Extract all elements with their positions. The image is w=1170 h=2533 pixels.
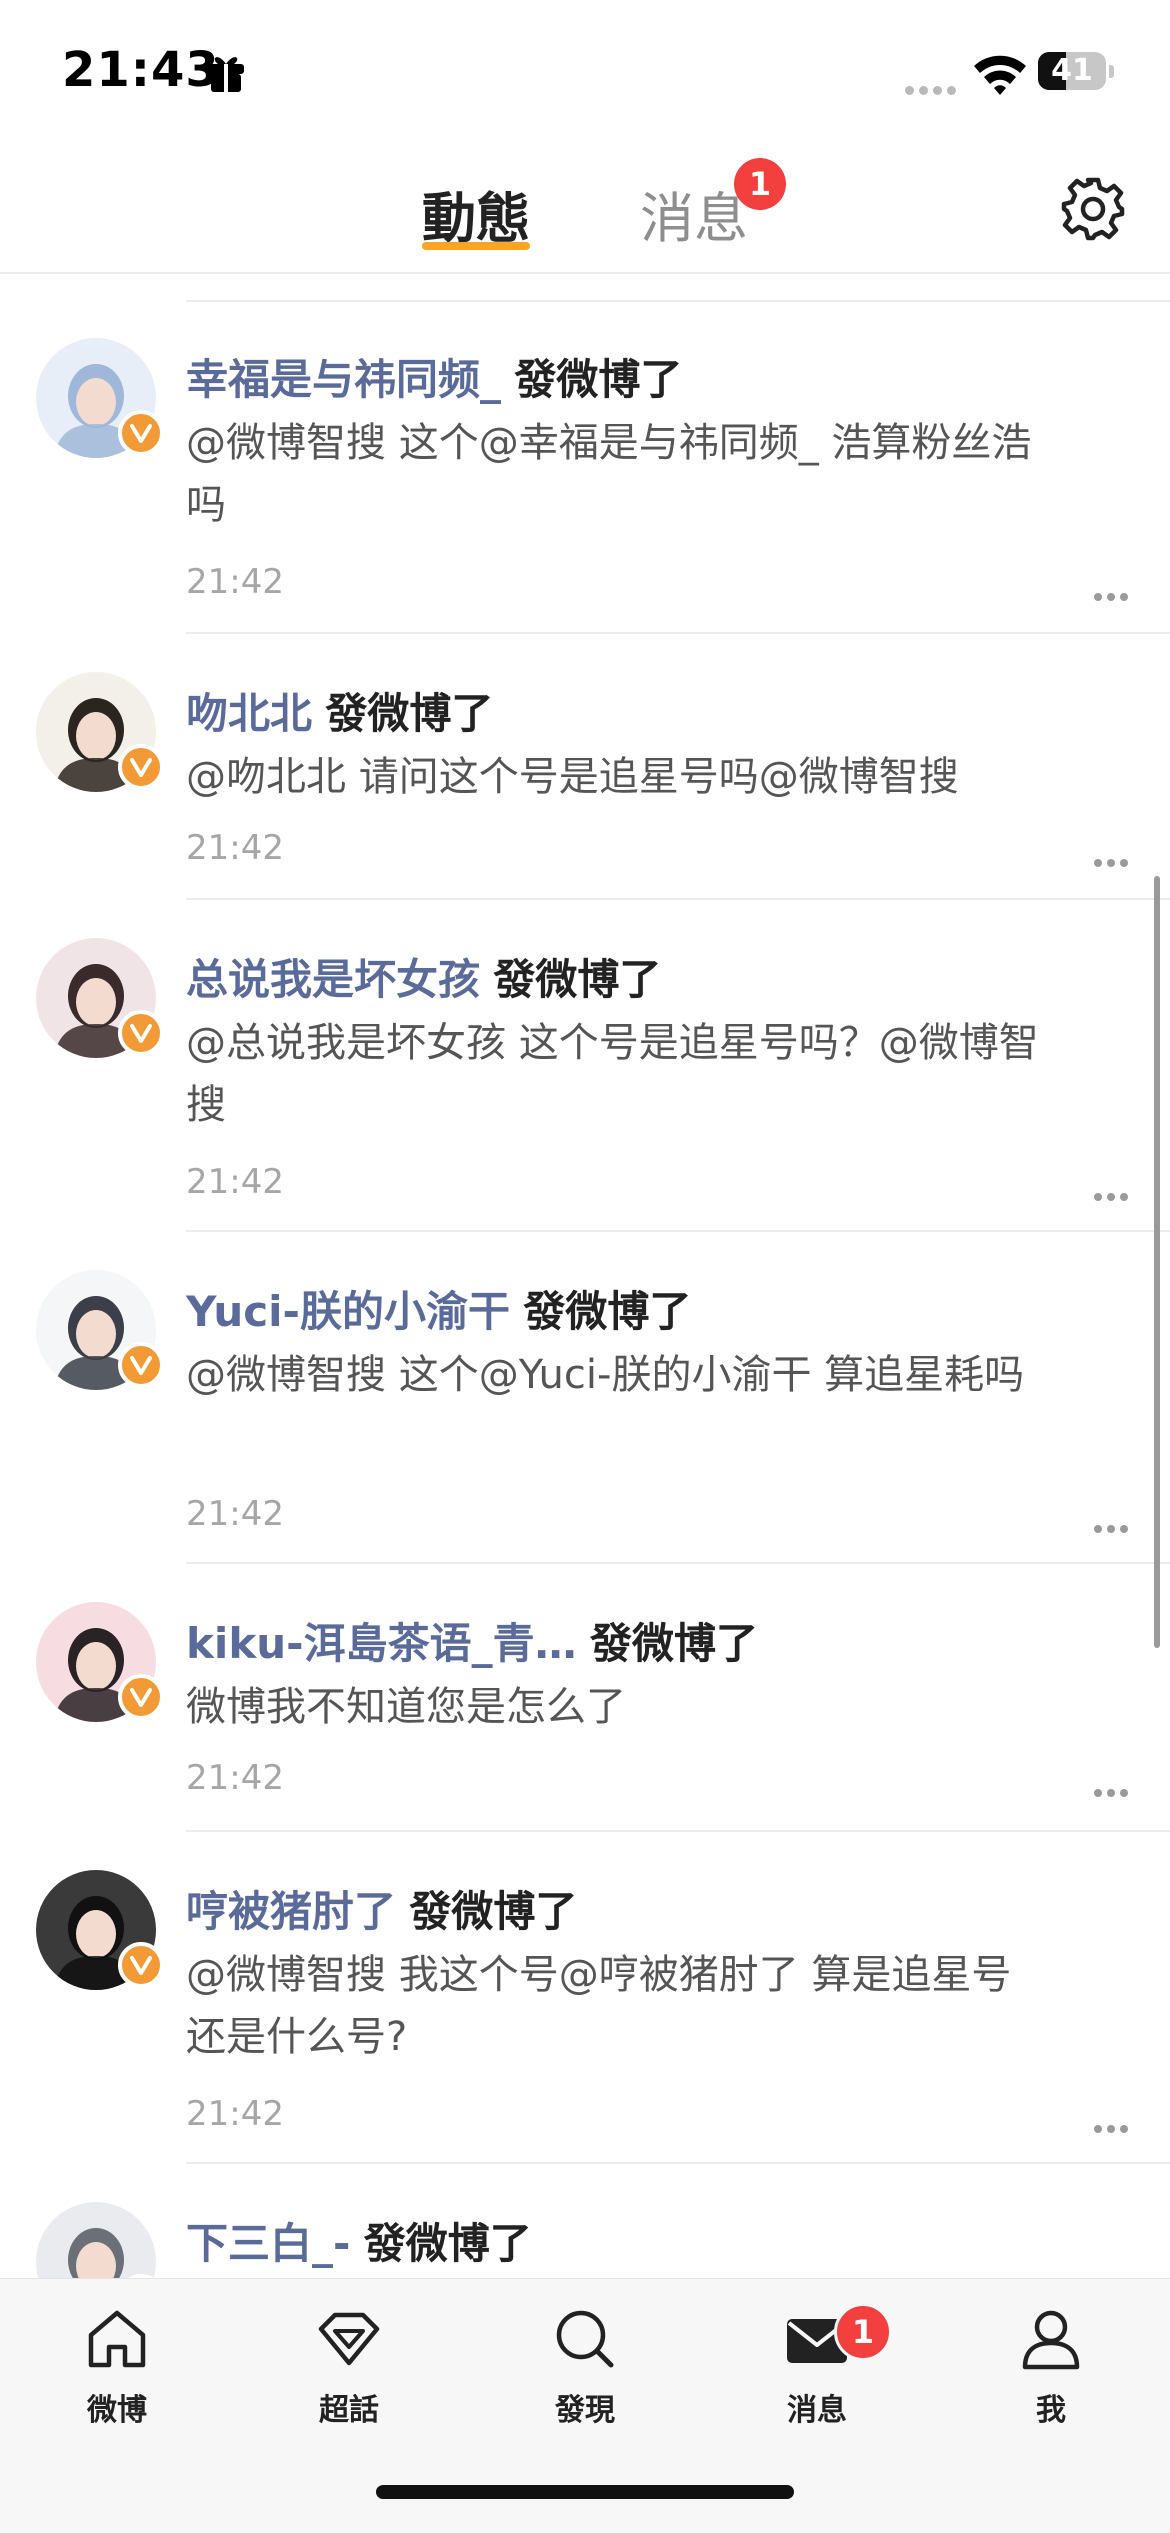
wifi-icon (974, 55, 1026, 95)
post-content[interactable]: @微博智搜 这个@幸福是与祎同频_ 浩算粉丝浩吗 (186, 412, 1046, 536)
nav-super-topic[interactable]: 超話 (274, 2303, 424, 2429)
verified-badge-icon (118, 744, 164, 790)
feed-item[interactable]: 下三白_- 發微博了 (0, 2164, 1170, 2278)
post-content[interactable]: @总说我是坏女孩 这个号是追星号吗？@微博智搜 (186, 1012, 1046, 1136)
username-link[interactable]: 吻北北 (186, 689, 312, 738)
timestamp: 21:42 (186, 1758, 284, 1798)
verified-badge-icon (118, 410, 164, 456)
feed-item[interactable]: 总说我是坏女孩 發微博了 @总说我是坏女孩 这个号是追星号吗？@微博智搜 21:42 (0, 900, 1170, 1232)
username-link[interactable]: 总说我是坏女孩 (186, 955, 480, 1004)
timestamp: 21:42 (186, 828, 284, 868)
feed-item-title: Yuci-朕的小渝干 發微博了 (186, 1278, 691, 1339)
home-indicator[interactable] (376, 2485, 794, 2499)
feed-item[interactable]: 吻北北 發微博了 @吻北北 请问这个号是追星号吗@微博智搜 21:42 (0, 634, 1170, 900)
nav-weibo-label: 微博 (87, 2393, 147, 2428)
nav-super-topic-label: 超話 (319, 2393, 379, 2428)
timestamp: 21:42 (186, 1494, 284, 1534)
action-text: 發微博了 (523, 1287, 692, 1336)
feed-item-title: 哼被猪肘了 發微博了 (186, 1878, 577, 1939)
more-options-icon[interactable] (1094, 1186, 1134, 1201)
username-link[interactable]: 下三白_- (186, 2219, 350, 2268)
nav-messages-label: 消息 (787, 2393, 847, 2428)
scrollbar[interactable] (1154, 876, 1160, 1648)
tab-messages[interactable]: 消息 (640, 174, 748, 253)
settings-gear-icon[interactable] (1060, 176, 1126, 242)
top-header: 動態 消息 1 (0, 140, 1170, 274)
feed-item-title: 下三白_- 發微博了 (186, 2210, 532, 2271)
post-content[interactable]: @吻北北 请问这个号是追星号吗@微博智搜 (186, 746, 1046, 808)
action-text: 發微博了 (409, 1887, 578, 1936)
timestamp: 21:42 (186, 2094, 284, 2134)
nav-me[interactable]: 我 (976, 2303, 1126, 2429)
nav-me-label: 我 (1036, 2393, 1066, 2428)
status-time: 21:43 (62, 42, 220, 98)
verified-badge-icon (118, 1342, 164, 1388)
nav-messages[interactable]: 消息 1 (742, 2303, 892, 2429)
post-content[interactable]: 微博我不知道您是怎么了 (186, 1676, 1046, 1738)
nav-messages-badge: 1 (834, 2303, 892, 2361)
verified-badge-icon (118, 1942, 164, 1988)
feed-item[interactable]: 哼被猪肘了 發微博了 @微博智搜 我这个号@哼被猪肘了 算是追星号还是什么号? 21… (0, 1832, 1170, 2164)
username-link[interactable]: 幸福是与祎同频_ (186, 355, 501, 404)
feed-item-title: kiku-洱島茶语_青… 發微博了 (186, 1610, 758, 1671)
more-options-icon[interactable] (1094, 1518, 1134, 1533)
more-options-icon[interactable] (1094, 852, 1134, 867)
username-link[interactable]: kiku-洱島茶语_青… (186, 1619, 577, 1668)
more-options-icon[interactable] (1094, 586, 1134, 601)
home-icon (88, 2310, 146, 2368)
tab-dynamics[interactable]: 動態 (422, 174, 530, 253)
tab-messages-label: 消息 (640, 187, 748, 250)
timestamp: 21:42 (186, 562, 284, 602)
username-link[interactable]: 哼被猪肘了 (186, 1887, 396, 1936)
battery-icon: 41 (1038, 52, 1114, 92)
search-icon (556, 2310, 614, 2368)
feed-item-title: 总说我是坏女孩 發微博了 (186, 946, 661, 1007)
username-link[interactable]: Yuci-朕的小渝干 (186, 1287, 510, 1336)
more-options-icon[interactable] (1094, 1782, 1134, 1797)
action-text: 發微博了 (325, 689, 494, 738)
feed-item[interactable]: 幸福是与祎同频_ 發微博了 @微博智搜 这个@幸福是与祎同频_ 浩算粉丝浩吗 21:… (0, 300, 1170, 634)
timestamp: 21:42 (186, 1162, 284, 1202)
battery-level: 41 (1051, 53, 1093, 88)
feed-item-title: 幸福是与祎同频_ 發微博了 (186, 346, 682, 407)
feed-item[interactable]: kiku-洱島茶语_青… 發微博了 微博我不知道您是怎么了 21:42 (0, 1564, 1170, 1832)
post-content[interactable]: @微博智搜 这个@Yuci-朕的小渝干 算追星耗吗 (186, 1344, 1046, 1406)
action-text: 發微博了 (514, 355, 683, 404)
avatar[interactable] (36, 2202, 156, 2278)
nav-discover-label: 發現 (555, 2393, 615, 2428)
feed-item-title: 吻北北 發微博了 (186, 680, 493, 741)
verified-badge-icon (118, 1674, 164, 1720)
tab-active-underline (422, 242, 530, 250)
signal-icon (905, 80, 961, 99)
gift-icon (208, 57, 244, 92)
action-text: 發微博了 (363, 2219, 532, 2268)
status-bar: 21:43 41 (0, 0, 1170, 140)
verified-badge-icon (118, 1010, 164, 1056)
action-text: 發微博了 (493, 955, 662, 1004)
tab-messages-badge: 1 (734, 158, 786, 210)
nav-weibo[interactable]: 微博 (42, 2303, 192, 2429)
action-text: 發微博了 (589, 1619, 758, 1668)
feed-list: 幸福是与祎同频_ 發微博了 @微博智搜 这个@幸福是与祎同频_ 浩算粉丝浩吗 21:… (0, 300, 1170, 2278)
nav-discover[interactable]: 發現 (510, 2303, 660, 2429)
profile-icon (1022, 2310, 1080, 2370)
more-options-icon[interactable] (1094, 2118, 1134, 2133)
tab-dynamics-label: 動態 (422, 187, 530, 250)
post-content[interactable]: @微博智搜 我这个号@哼被猪肘了 算是追星号还是什么号? (186, 1944, 1046, 2068)
diamond-icon (318, 2312, 380, 2366)
feed-item[interactable]: Yuci-朕的小渝干 發微博了 @微博智搜 这个@Yuci-朕的小渝干 算追星耗吗… (0, 1232, 1170, 1564)
